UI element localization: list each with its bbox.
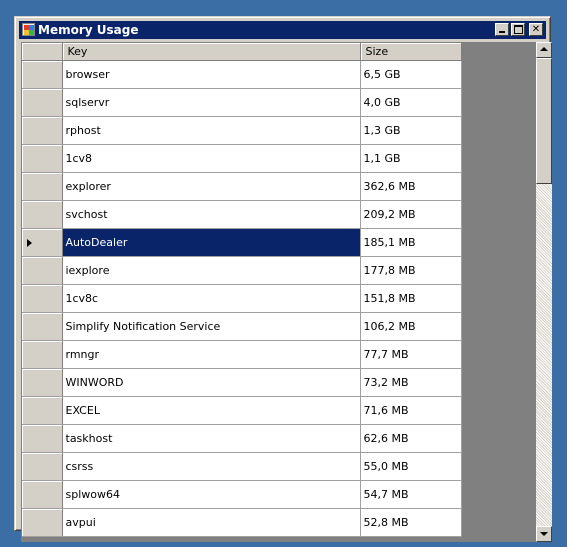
row-header[interactable] — [22, 396, 63, 425]
table-row[interactable]: iexplore 177,8 MB — [22, 256, 462, 285]
table-row[interactable]: rphost 1,3 GB — [22, 116, 462, 145]
vertical-scrollbar[interactable] — [536, 42, 552, 542]
row-header[interactable] — [22, 172, 63, 201]
close-icon: ✕ — [531, 24, 541, 35]
table-row[interactable]: explorer 362,6 MB — [22, 172, 462, 201]
size-cell[interactable]: 77,7 MB — [360, 340, 462, 369]
scroll-up-icon — [540, 47, 548, 51]
maximize-button[interactable] — [511, 23, 525, 36]
key-cell[interactable]: AutoDealer — [62, 228, 361, 257]
table-row[interactable]: splwow64 54,7 MB — [22, 480, 462, 509]
table-row[interactable]: Simplify Notification Service 106,2 MB — [22, 312, 462, 341]
key-cell[interactable]: csrss — [62, 452, 361, 481]
size-cell[interactable]: 73,2 MB — [360, 368, 462, 397]
key-cell[interactable]: avpui — [62, 508, 361, 537]
size-cell[interactable]: 1,1 GB — [360, 144, 462, 173]
scroll-track[interactable] — [536, 184, 552, 526]
table-row[interactable]: browser 6,5 GB — [22, 60, 462, 89]
size-cell[interactable]: 4,0 GB — [360, 88, 462, 117]
column-header-key[interactable]: Key — [62, 43, 361, 61]
current-row-arrow-icon — [27, 239, 32, 247]
size-cell[interactable]: 55,0 MB — [360, 452, 462, 481]
corner-header[interactable] — [22, 43, 63, 61]
row-header[interactable] — [22, 60, 63, 89]
row-header[interactable] — [22, 340, 63, 369]
size-cell[interactable]: 71,6 MB — [360, 396, 462, 425]
row-header[interactable] — [22, 424, 63, 453]
size-cell[interactable]: 151,8 MB — [360, 284, 462, 313]
key-cell[interactable]: explorer — [62, 172, 361, 201]
size-cell[interactable]: 6,5 GB — [360, 60, 462, 89]
table-row[interactable]: taskhost 62,6 MB — [22, 424, 462, 453]
row-header[interactable] — [22, 452, 63, 481]
key-cell[interactable]: Simplify Notification Service — [62, 312, 361, 341]
key-cell[interactable]: taskhost — [62, 424, 361, 453]
size-cell[interactable]: 1,3 GB — [360, 116, 462, 145]
table-row[interactable]: svchost 209,2 MB — [22, 200, 462, 229]
key-cell[interactable]: browser — [62, 60, 361, 89]
row-header[interactable] — [22, 284, 63, 313]
table-row[interactable]: avpui 52,8 MB — [22, 508, 462, 537]
table-row[interactable]: csrss 55,0 MB — [22, 452, 462, 481]
scroll-down-button[interactable] — [536, 526, 552, 542]
scroll-thumb[interactable] — [536, 58, 552, 184]
row-header[interactable] — [22, 508, 63, 537]
row-header[interactable] — [22, 312, 63, 341]
row-header[interactable] — [22, 256, 63, 285]
table-row[interactable]: sqlservr 4,0 GB — [22, 88, 462, 117]
memory-usage-window: Memory Usage ✕ Key Size browser 6,5 GB s… — [14, 16, 552, 542]
memory-table: Key Size browser 6,5 GB sqlservr 4,0 GB rpho… — [22, 43, 462, 537]
row-header[interactable] — [22, 116, 63, 145]
table-row[interactable]: AutoDealer 185,1 MB — [22, 228, 462, 257]
key-cell[interactable]: svchost — [62, 200, 361, 229]
row-header[interactable] — [22, 480, 63, 509]
row-header[interactable] — [22, 200, 63, 229]
data-grid[interactable]: Key Size browser 6,5 GB sqlservr 4,0 GB rpho… — [21, 42, 536, 542]
key-cell[interactable]: 1cv8c — [62, 284, 361, 313]
row-header[interactable] — [22, 368, 63, 397]
size-cell[interactable]: 209,2 MB — [360, 200, 462, 229]
table-row[interactable]: rmngr 77,7 MB — [22, 340, 462, 369]
table-row[interactable]: EXCEL 71,6 MB — [22, 396, 462, 425]
size-cell[interactable]: 106,2 MB — [360, 312, 462, 341]
minimize-icon — [499, 31, 505, 33]
scroll-up-button[interactable] — [536, 42, 552, 58]
size-cell[interactable]: 62,6 MB — [360, 424, 462, 453]
table-row[interactable]: 1cv8c 151,8 MB — [22, 284, 462, 313]
size-cell[interactable]: 177,8 MB — [360, 256, 462, 285]
key-cell[interactable]: rmngr — [62, 340, 361, 369]
size-cell[interactable]: 185,1 MB — [360, 228, 462, 257]
table-row[interactable]: WINWORD 73,2 MB — [22, 368, 462, 397]
minimize-button[interactable] — [495, 23, 509, 36]
title-bar[interactable]: Memory Usage ✕ — [19, 21, 546, 39]
key-cell[interactable]: 1cv8 — [62, 144, 361, 173]
app-icon[interactable] — [22, 23, 35, 36]
size-cell[interactable]: 52,8 MB — [360, 508, 462, 537]
key-cell[interactable]: iexplore — [62, 256, 361, 285]
key-cell[interactable]: splwow64 — [62, 480, 361, 509]
scroll-down-icon — [540, 532, 548, 536]
header-row: Key Size — [22, 43, 462, 61]
key-cell[interactable]: rphost — [62, 116, 361, 145]
key-cell[interactable]: sqlservr — [62, 88, 361, 117]
row-header[interactable] — [22, 144, 63, 173]
close-button[interactable]: ✕ — [529, 23, 543, 36]
size-cell[interactable]: 362,6 MB — [360, 172, 462, 201]
table-row[interactable]: 1cv8 1,1 GB — [22, 144, 462, 173]
key-cell[interactable]: WINWORD — [62, 368, 361, 397]
maximize-icon — [514, 25, 523, 34]
size-cell[interactable]: 54,7 MB — [360, 480, 462, 509]
window-title: Memory Usage — [38, 23, 139, 37]
row-header[interactable] — [22, 228, 63, 257]
key-cell[interactable]: EXCEL — [62, 396, 361, 425]
row-header[interactable] — [22, 88, 63, 117]
column-header-size[interactable]: Size — [360, 43, 462, 61]
